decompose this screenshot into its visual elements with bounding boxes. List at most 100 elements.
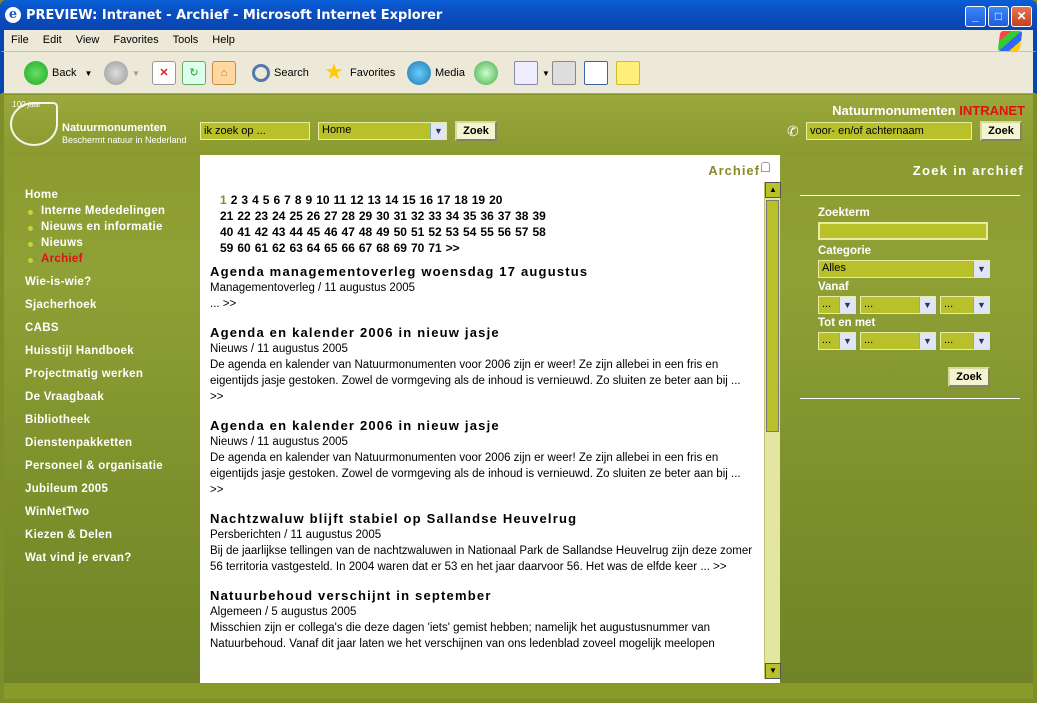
- page-link[interactable]: 11: [334, 193, 347, 207]
- nav-wat-vind-je-ervan[interactable]: Wat vind je ervan?: [25, 552, 132, 564]
- page-link[interactable]: 10: [316, 193, 329, 207]
- page-link[interactable]: 63: [289, 241, 302, 255]
- page-link[interactable]: 32: [411, 209, 424, 223]
- site-search-input[interactable]: [200, 122, 310, 140]
- page-link[interactable]: 41: [237, 225, 250, 239]
- page-link[interactable]: 37: [498, 209, 511, 223]
- nav-wie-is-wie[interactable]: Wie-is-wie?: [25, 276, 91, 288]
- nav-bibliotheek[interactable]: Bibliotheek: [25, 414, 90, 426]
- page-link[interactable]: 64: [307, 241, 320, 255]
- page-link[interactable]: 23: [255, 209, 268, 223]
- page-link[interactable]: 28: [342, 209, 355, 223]
- page-link[interactable]: 16: [420, 193, 433, 207]
- page-link[interactable]: 5: [263, 193, 270, 207]
- page-link[interactable]: 14: [385, 193, 398, 207]
- page-link[interactable]: 35: [463, 209, 476, 223]
- page-link[interactable]: 33: [428, 209, 441, 223]
- page-link[interactable]: 19: [472, 193, 485, 207]
- site-logo[interactable]: 100 jaar Natuurmonumenten Beschermt natu…: [10, 100, 200, 150]
- vanaf-month-select[interactable]: ... ▼: [860, 296, 936, 314]
- page-link[interactable]: 55: [480, 225, 493, 239]
- nav-home[interactable]: Home: [25, 189, 58, 201]
- page-link[interactable]: 9: [306, 193, 313, 207]
- search-button[interactable]: Search: [252, 60, 309, 86]
- page-link-current[interactable]: 1: [220, 193, 227, 207]
- page-link[interactable]: 42: [255, 225, 268, 239]
- page-link[interactable]: 59: [220, 241, 233, 255]
- page-link[interactable]: 52: [428, 225, 441, 239]
- messenger-button[interactable]: [616, 60, 644, 86]
- page-link[interactable]: 49: [376, 225, 389, 239]
- page-link[interactable]: 15: [402, 193, 415, 207]
- archive-search-button[interactable]: Zoek: [948, 367, 990, 387]
- page-link[interactable]: 22: [237, 209, 250, 223]
- page-link[interactable]: 51: [411, 225, 424, 239]
- page-link[interactable]: >>: [446, 241, 460, 255]
- page-link[interactable]: 4: [252, 193, 259, 207]
- forward-button[interactable]: ▼: [104, 60, 140, 86]
- scrollbar[interactable]: ▲ ▼: [764, 182, 781, 679]
- page-link[interactable]: 57: [515, 225, 528, 239]
- page-link[interactable]: 7: [284, 193, 291, 207]
- tot-day-select[interactable]: ... ▼: [818, 332, 856, 350]
- page-link[interactable]: 39: [532, 209, 545, 223]
- nav-winnettwo[interactable]: WinNetTwo: [25, 506, 89, 518]
- article-title[interactable]: Agenda en kalender 2006 in nieuw jasje: [210, 417, 755, 434]
- page-link[interactable]: 56: [498, 225, 511, 239]
- nav-personeel-organisatie[interactable]: Personeel & organisatie: [25, 460, 163, 472]
- tot-year-select[interactable]: ... ▼: [940, 332, 990, 350]
- page-link[interactable]: 26: [307, 209, 320, 223]
- page-link[interactable]: 38: [515, 209, 528, 223]
- print-button[interactable]: [552, 60, 580, 86]
- nav-nieuws[interactable]: Nieuws: [27, 237, 83, 249]
- scope-select[interactable]: Home ▼: [318, 122, 447, 140]
- page-link[interactable]: 13: [368, 193, 381, 207]
- menu-tools[interactable]: Tools: [166, 30, 206, 46]
- edit-button[interactable]: [584, 60, 612, 86]
- page-link[interactable]: 18: [454, 193, 467, 207]
- article-summary[interactable]: ... >>: [210, 296, 755, 312]
- nav-kiezen-delen[interactable]: Kiezen & Delen: [25, 529, 112, 541]
- article-title[interactable]: Agenda managementoverleg woensdag 17 aug…: [210, 263, 755, 280]
- article-summary[interactable]: Bij de jaarlijkse tellingen van de nacht…: [210, 543, 755, 575]
- scroll-thumb[interactable]: [766, 200, 779, 432]
- page-link[interactable]: 40: [220, 225, 233, 239]
- maximize-button[interactable]: □: [988, 6, 1009, 27]
- page-link[interactable]: 45: [307, 225, 320, 239]
- site-search-button[interactable]: Zoek: [455, 121, 497, 141]
- nav-dienstenpakketten[interactable]: Dienstenpakketten: [25, 437, 132, 449]
- page-link[interactable]: 21: [220, 209, 233, 223]
- scroll-up-icon[interactable]: ▲: [765, 182, 781, 198]
- page-link[interactable]: 24: [272, 209, 285, 223]
- article-title[interactable]: Nachtzwaluw blijft stabiel op Sallandse …: [210, 510, 755, 527]
- page-link[interactable]: 70: [411, 241, 424, 255]
- home-button[interactable]: ⌂: [212, 60, 240, 86]
- categorie-select[interactable]: Alles ▼: [818, 260, 990, 278]
- article-title[interactable]: Natuurbehoud verschijnt in september: [210, 587, 755, 604]
- nav-projectmatig-werken[interactable]: Projectmatig werken: [25, 368, 143, 380]
- nav-archief[interactable]: Archief: [28, 253, 83, 265]
- page-link[interactable]: 25: [289, 209, 302, 223]
- page-link[interactable]: 6: [273, 193, 280, 207]
- mail-button[interactable]: ▼: [514, 60, 550, 86]
- page-link[interactable]: 47: [342, 225, 355, 239]
- page-link[interactable]: 58: [532, 225, 545, 239]
- refresh-button[interactable]: ↻: [182, 60, 210, 86]
- nav-sjacherhoek[interactable]: Sjacherhoek: [25, 299, 97, 311]
- back-button[interactable]: Back ▼: [24, 60, 92, 86]
- zoekterm-input[interactable]: [818, 222, 988, 240]
- page-link[interactable]: 65: [324, 241, 337, 255]
- page-link[interactable]: 2: [231, 193, 238, 207]
- page-link[interactable]: 60: [237, 241, 250, 255]
- page-link[interactable]: 69: [394, 241, 407, 255]
- page-link[interactable]: 20: [489, 193, 502, 207]
- page-link[interactable]: 34: [446, 209, 459, 223]
- page-link[interactable]: 43: [272, 225, 285, 239]
- person-search-button[interactable]: Zoek: [980, 121, 1022, 141]
- page-link[interactable]: 61: [255, 241, 268, 255]
- page-link[interactable]: 46: [324, 225, 337, 239]
- page-link[interactable]: 8: [295, 193, 302, 207]
- scroll-down-icon[interactable]: ▼: [765, 663, 781, 679]
- stop-button[interactable]: ✕: [152, 60, 180, 86]
- nav-jubileum-2005[interactable]: Jubileum 2005: [25, 483, 108, 495]
